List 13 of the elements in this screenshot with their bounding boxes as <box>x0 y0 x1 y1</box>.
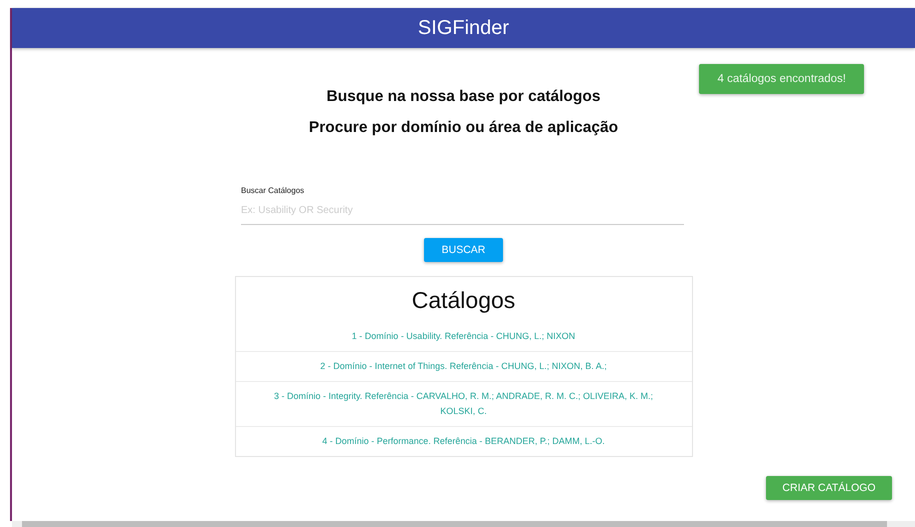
catalog-link[interactable]: 2 - Domínio - Internet of Things. Referência - CHUNG, L.; NIXON, B. A.; <box>266 359 662 374</box>
horizontal-scrollbar[interactable] <box>12 521 915 527</box>
search-button[interactable]: BUSCAR <box>424 238 503 262</box>
catalog-link[interactable]: 4 - Domínio - Performance. Referência - BERANDER, P.; DAMM, L.-O. <box>266 434 662 449</box>
catalog-title: Catálogos <box>410 286 516 315</box>
app-title: SIGFinder <box>418 16 510 40</box>
catalog-link[interactable]: 1 - Domínio - Usability. Referência - CHUNG, L.; NIXON <box>266 329 662 344</box>
create-catalog-button[interactable]: CRIAR CATÁLOGO <box>766 476 892 500</box>
field-label: Buscar Catálogos <box>241 186 304 195</box>
heading: Busque na nossa base por catálogos <box>326 88 600 105</box>
heading: Procure por domínio ou área de aplicação <box>308 119 618 136</box>
catalog-link[interactable]: 3 - Domínio - Integrity. Referência - CARVALHO, R. M.; ANDRADE, R. M. C.; OLIVEIRA, K. M.; KOLSKI, C. <box>266 389 662 419</box>
results-notification: 4 catálogos encontrados! <box>699 64 864 94</box>
